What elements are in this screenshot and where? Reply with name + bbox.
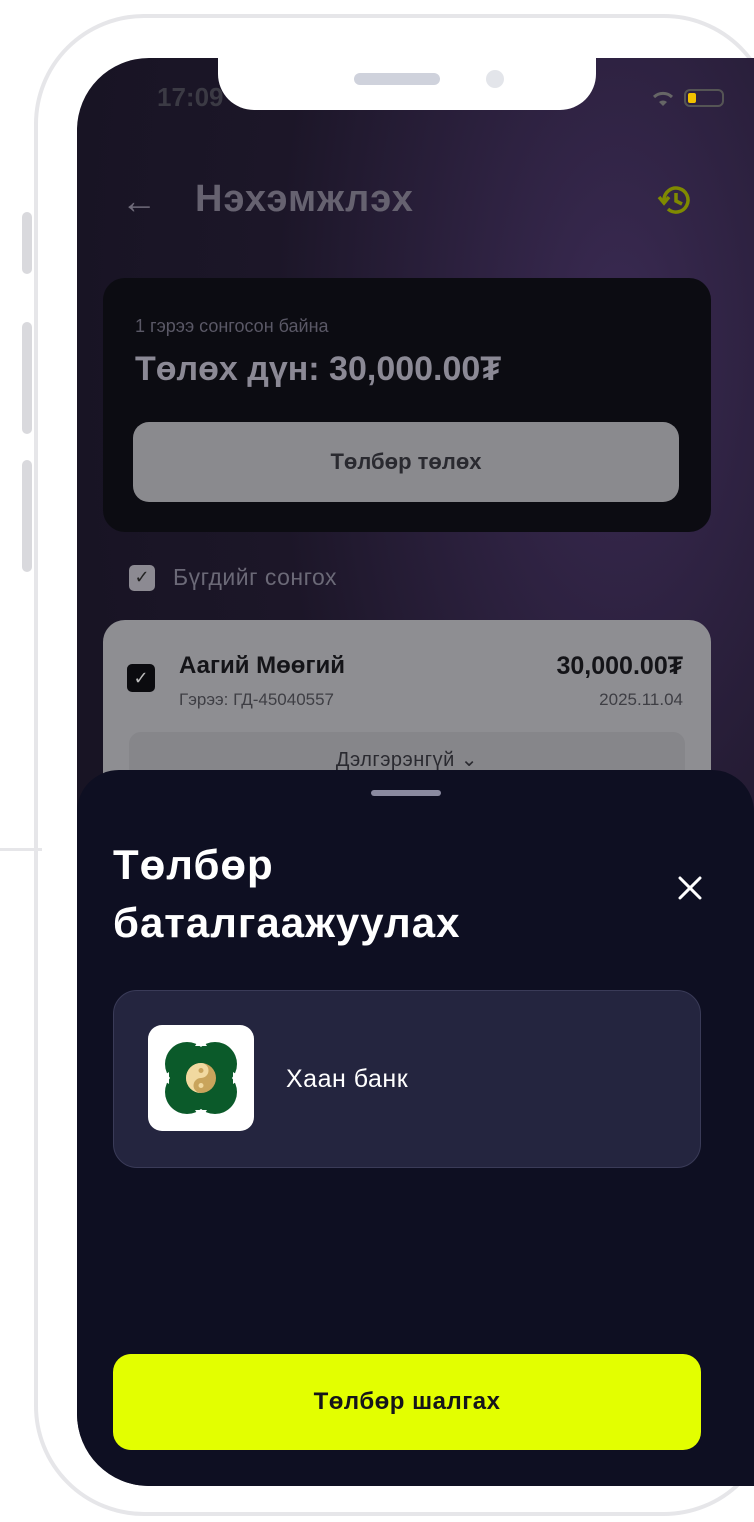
side-button-volume-down: [22, 460, 32, 572]
notch-speaker: [354, 73, 440, 85]
side-button-volume-up: [22, 322, 32, 434]
pay-button[interactable]: Төлбөр төлөх: [133, 422, 679, 502]
select-all-row[interactable]: ✓ Бүгдийг сонгох: [129, 564, 337, 591]
payment-confirm-sheet: Төлбөр баталгаажуулах Хаан банк Төлбөр ш…: [77, 770, 754, 1486]
khan-bank-logo-icon: [148, 1025, 254, 1131]
header: ← Нэхэмжлэх: [77, 170, 754, 240]
select-all-checkbox[interactable]: ✓: [129, 564, 155, 591]
notch-camera: [486, 70, 504, 88]
frame-divider: [0, 848, 42, 851]
status-icons: [650, 88, 724, 108]
device-notch: [218, 58, 596, 110]
close-icon[interactable]: [676, 874, 704, 902]
payment-summary-card: 1 гэрээ сонгосон байна Төлөх дүн: 30,000…: [103, 278, 711, 532]
side-button-mute: [22, 212, 32, 274]
bank-option-card[interactable]: Хаан банк: [113, 990, 701, 1168]
amount-due-text: Төлөх дүн: 30,000.00₮: [135, 350, 502, 388]
battery-icon: [684, 89, 724, 107]
select-all-label: Бүгдийг сонгох: [173, 564, 338, 590]
bank-name: Хаан банк: [286, 1065, 409, 1093]
screen: 17:09 ← Нэхэмжлэх 1 гэрээ сонгосон байна…: [77, 58, 754, 1486]
check-payment-button[interactable]: Төлбөр шалгах: [113, 1354, 701, 1450]
back-arrow-icon[interactable]: ←: [121, 180, 157, 222]
sheet-drag-handle[interactable]: [371, 790, 441, 796]
contract-number: Гэрээ: ГД-45040557: [179, 690, 335, 709]
history-icon[interactable]: [656, 180, 696, 220]
contract-amount: 30,000.00₮: [556, 652, 684, 680]
contract-name: Аагий Мөөгий: [179, 652, 345, 679]
wifi-icon: [652, 91, 674, 106]
contract-date: 2025.11.04: [599, 690, 683, 709]
page-title: Нэхэмжлэх: [195, 178, 414, 220]
contract-checkbox[interactable]: ✓: [127, 664, 155, 692]
sheet-title: Төлбөр баталгаажуулах: [113, 841, 461, 946]
selected-count-text: 1 гэрээ сонгосон байна: [135, 316, 329, 336]
status-time: 17:09: [157, 82, 224, 112]
